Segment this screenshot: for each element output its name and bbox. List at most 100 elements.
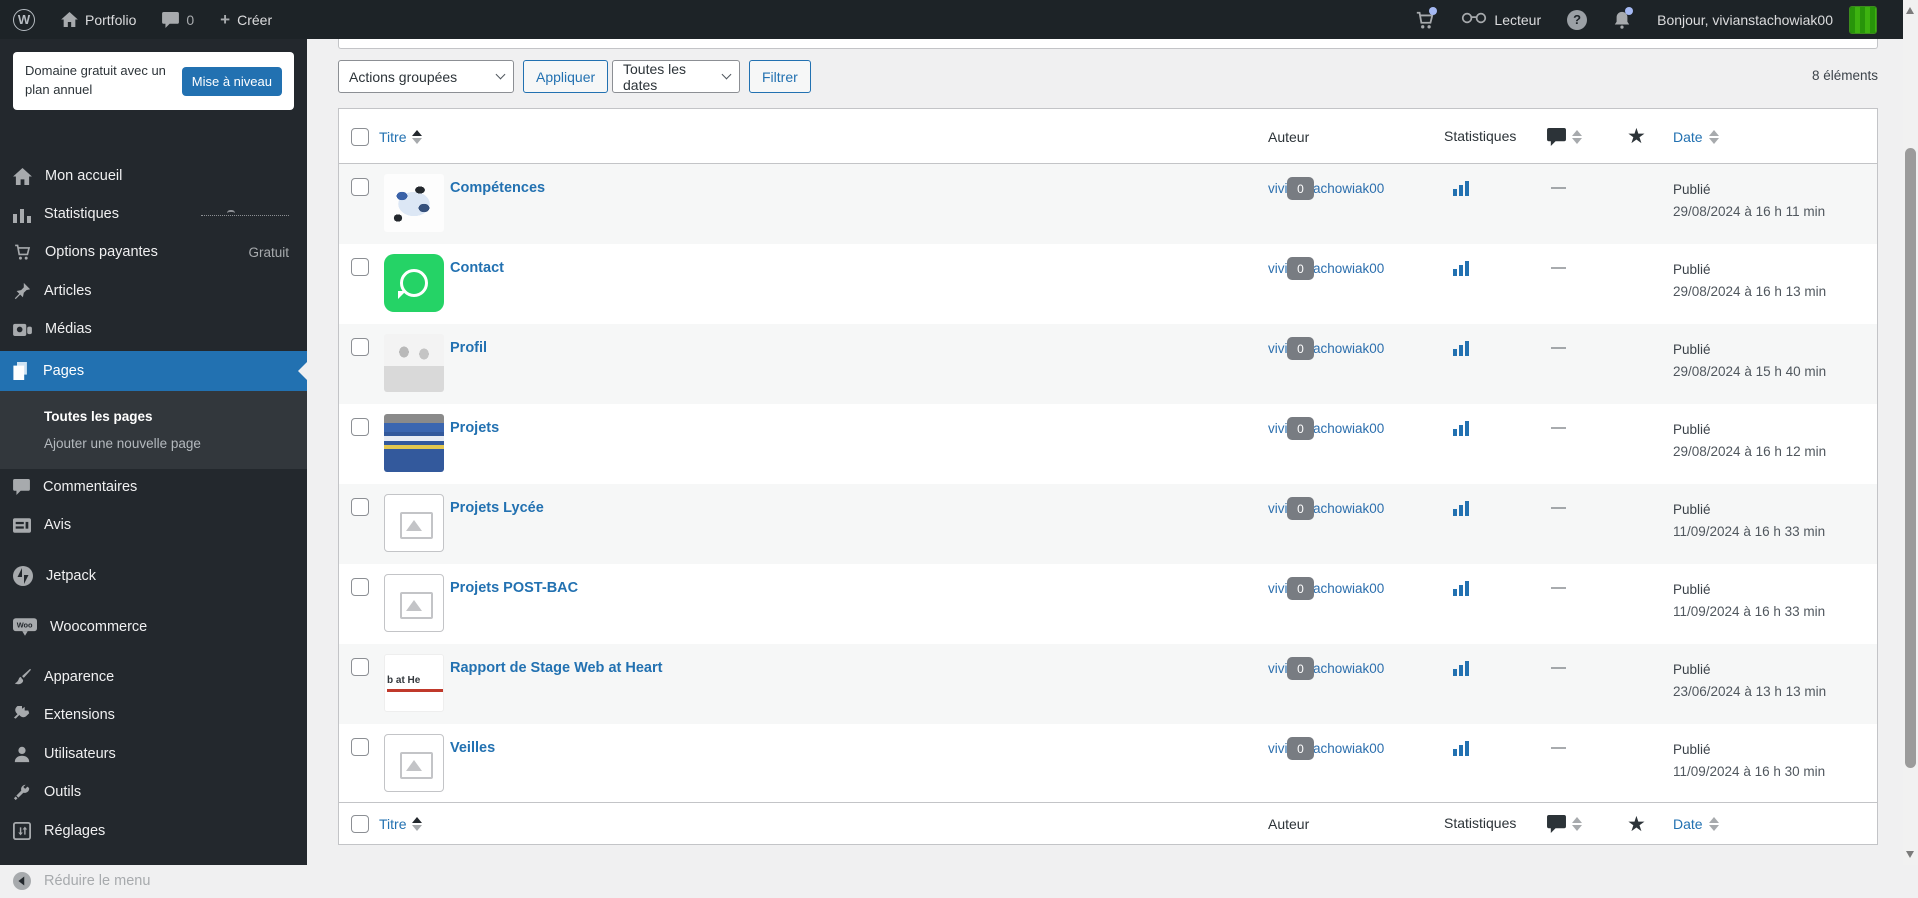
comments-empty-value: — (1551, 339, 1566, 356)
page-title-link[interactable]: Projets (450, 420, 499, 436)
page-title-link[interactable]: Compétences (450, 180, 545, 196)
site-name-button[interactable]: Portfolio (48, 0, 149, 39)
stats-bars-icon[interactable] (1453, 580, 1469, 596)
sort-arrows-icon[interactable] (1572, 129, 1582, 144)
page-thumbnail[interactable] (384, 414, 444, 472)
sidebar-item-plugins[interactable]: Extensions (0, 698, 307, 732)
sidebar-item-appearance[interactable]: Apparence (0, 660, 307, 694)
author-link[interactable]: vivianstachowiak00 (1268, 261, 1384, 276)
sidebar-item-home[interactable]: Mon accueil (0, 159, 307, 193)
page-thumbnail[interactable] (384, 334, 444, 392)
select-all-checkbox[interactable] (351, 127, 369, 146)
comments-column-icon[interactable] (1547, 815, 1566, 833)
sidebar-item-tools[interactable]: Outils (0, 775, 307, 809)
scroll-down-arrow-icon[interactable] (1906, 851, 1914, 858)
thumbnail-text: b at He (387, 675, 443, 692)
notifications-button[interactable] (1600, 0, 1644, 39)
page-thumbnail[interactable] (384, 254, 444, 312)
page-thumbnail[interactable] (384, 574, 444, 632)
sidebar-item-label: Apparence (44, 669, 115, 685)
author-link[interactable]: vivianstachowiak00 (1268, 421, 1384, 436)
comments-empty-value: — (1551, 259, 1566, 276)
sidebar-item-woocommerce[interactable]: Woo Woocommerce (0, 610, 307, 644)
submenu-add-page[interactable]: Ajouter une nouvelle page (44, 436, 307, 451)
page-title-link[interactable]: Rapport de Stage Web at Heart (450, 660, 662, 676)
stats-bars-icon[interactable] (1453, 340, 1469, 356)
sidebar-item-stats[interactable]: Statistiques (0, 197, 307, 231)
sidebar-item-media[interactable]: Médias (0, 312, 307, 346)
comments-empty-value: — (1551, 179, 1566, 196)
sidebar-item-comments[interactable]: Commentaires (0, 470, 307, 504)
sidebar-item-testimonials[interactable]: Avis (0, 508, 307, 542)
page-scrollbar[interactable] (1903, 0, 1918, 865)
wordpress-menu-button[interactable]: W (0, 0, 48, 39)
sidebar-item-pages[interactable]: Pages (0, 351, 307, 391)
stats-bars-icon[interactable] (1453, 260, 1469, 276)
sort-by-date-link[interactable]: Date (1673, 816, 1703, 832)
sidebar-item-jetpack[interactable]: Jetpack (0, 559, 307, 593)
sort-by-title-link[interactable]: Titre (379, 816, 406, 832)
page-title-link[interactable]: Veilles (450, 740, 495, 756)
select-row-checkbox[interactable] (351, 498, 369, 516)
sidebar-item-users[interactable]: Utilisateurs (0, 737, 307, 771)
select-row-checkbox[interactable] (351, 178, 369, 196)
sort-arrows-icon[interactable] (1708, 817, 1719, 831)
likes-column-star-icon[interactable]: ★ (1627, 814, 1646, 835)
author-link[interactable]: vivianstachowiak00 (1268, 181, 1384, 196)
select-row-checkbox[interactable] (351, 658, 369, 676)
sort-arrows-icon[interactable] (412, 129, 423, 144)
sidebar-item-label: Articles (44, 283, 92, 299)
sort-arrows-icon[interactable] (1708, 129, 1719, 144)
new-content-button[interactable]: + Créer (207, 0, 285, 39)
cart-button[interactable] (1402, 0, 1448, 39)
stats-bars-icon[interactable] (1453, 740, 1469, 756)
submenu-all-pages[interactable]: Toutes les pages (44, 409, 307, 424)
date-filter-select[interactable]: Toutes les dates (612, 60, 740, 93)
sidebar-item-posts[interactable]: Articles (0, 274, 307, 308)
comments-column-icon[interactable] (1547, 127, 1566, 146)
stats-bars-icon[interactable] (1453, 180, 1469, 196)
filter-button[interactable]: Filtrer (749, 60, 811, 93)
scroll-up-arrow-icon[interactable] (1906, 7, 1914, 14)
select-row-checkbox[interactable] (351, 338, 369, 356)
collapse-menu-button[interactable]: Réduire le menu (0, 864, 307, 898)
upgrade-button[interactable]: Mise à niveau (181, 66, 282, 96)
author-link[interactable]: vivianstachowiak00 (1268, 741, 1384, 756)
scrollbar-thumb[interactable] (1905, 148, 1916, 768)
page-title-link[interactable]: Projets Lycée (450, 500, 544, 516)
select-row-checkbox[interactable] (351, 578, 369, 596)
reader-button[interactable]: Lecteur (1448, 0, 1554, 39)
stats-bars-icon[interactable] (1453, 420, 1469, 436)
author-link[interactable]: vivianstachowiak00 (1268, 581, 1384, 596)
select-row-checkbox[interactable] (351, 738, 369, 756)
table-row: Contact vivianstachowiak00 — 0 Publié 29… (339, 244, 1877, 324)
sidebar-item-label: Jetpack (46, 568, 96, 584)
sidebar-item-paid-options[interactable]: Options payantes Gratuit (0, 235, 307, 269)
select-row-checkbox[interactable] (351, 418, 369, 436)
page-title-link[interactable]: Contact (450, 260, 504, 276)
stats-bars-icon[interactable] (1453, 660, 1469, 676)
page-thumbnail[interactable]: b at He (384, 654, 444, 712)
apply-button[interactable]: Appliquer (523, 60, 609, 93)
select-row-checkbox[interactable] (351, 258, 369, 276)
select-all-checkbox[interactable] (351, 815, 369, 833)
likes-column-star-icon[interactable]: ★ (1627, 126, 1646, 147)
account-menu[interactable]: Bonjour, vivianstachowiak00 (1644, 0, 1889, 39)
sort-arrows-icon[interactable] (412, 817, 423, 831)
bulk-actions-select[interactable]: Actions groupées (338, 60, 514, 93)
sidebar-item-settings[interactable]: Réglages (0, 814, 307, 848)
author-link[interactable]: vivianstachowiak00 (1268, 661, 1384, 676)
sort-by-title-link[interactable]: Titre (379, 129, 406, 145)
sort-by-date-link[interactable]: Date (1673, 129, 1703, 145)
page-title-link[interactable]: Profil (450, 340, 487, 356)
page-thumbnail[interactable] (384, 174, 444, 232)
stats-bars-icon[interactable] (1453, 500, 1469, 516)
page-thumbnail[interactable] (384, 494, 444, 552)
admin-comments-button[interactable]: 0 (149, 0, 207, 39)
page-title-link[interactable]: Projets POST-BAC (450, 580, 578, 596)
author-link[interactable]: vivianstachowiak00 (1268, 501, 1384, 516)
sort-arrows-icon[interactable] (1572, 817, 1582, 831)
page-thumbnail[interactable] (384, 734, 444, 792)
help-button[interactable]: ? (1554, 0, 1600, 39)
author-link[interactable]: vivianstachowiak00 (1268, 341, 1384, 356)
